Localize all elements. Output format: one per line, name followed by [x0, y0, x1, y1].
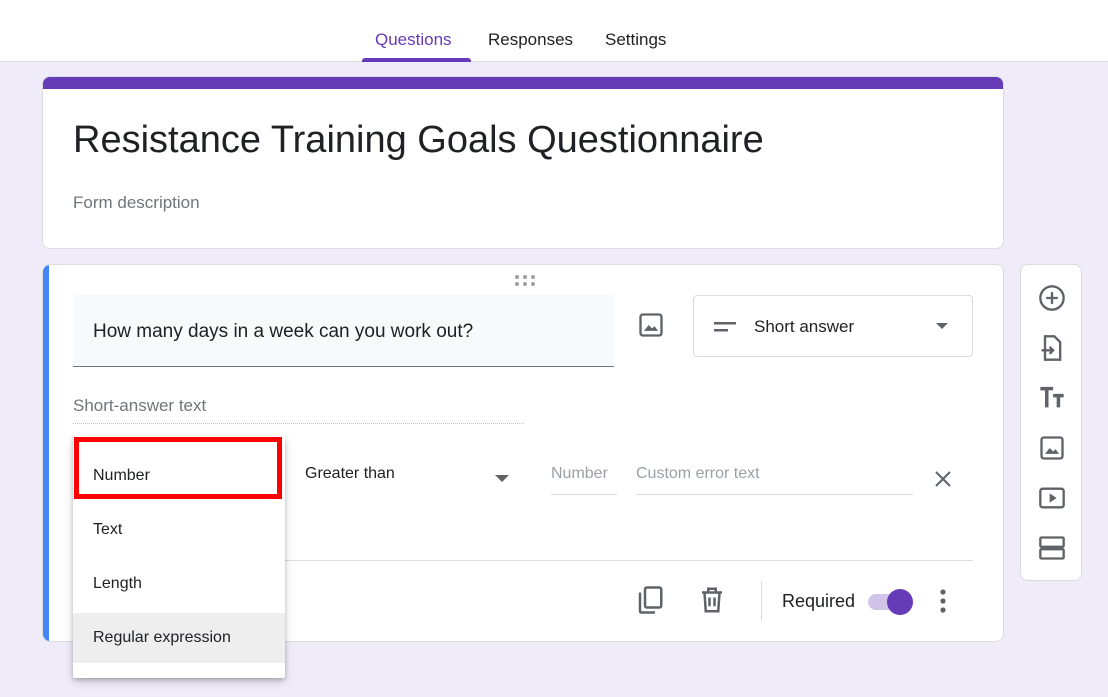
import-questions-icon[interactable] [1038, 334, 1066, 362]
divider [761, 581, 762, 621]
short-answer-icon [714, 322, 736, 332]
validation-type-menu: Number Text Length Regular expression [73, 436, 285, 678]
form-header-card: Resistance Training Goals Questionnaire … [42, 76, 1004, 249]
drag-handle-icon[interactable] [514, 274, 536, 288]
validation-number-input[interactable]: Number [551, 465, 617, 495]
top-bar: Questions Responses Settings [0, 0, 1108, 62]
add-image-icon[interactable] [1038, 434, 1066, 462]
chevron-down-icon [936, 323, 948, 329]
tab-responses[interactable]: Responses [488, 30, 573, 50]
add-title-icon[interactable] [1038, 384, 1066, 412]
header-accent-bar [43, 77, 1003, 89]
required-label: Required [782, 591, 856, 611]
question-type-select[interactable]: Short answer [693, 295, 973, 357]
menu-item-number[interactable]: Number [73, 451, 285, 501]
add-question-icon[interactable] [1038, 284, 1066, 312]
floating-toolbar [1020, 264, 1082, 581]
question-title-field[interactable]: How many days in a week can you work out… [73, 295, 614, 367]
form-description-field[interactable]: Form description [73, 193, 200, 213]
active-question-indicator [43, 265, 49, 641]
menu-item-length[interactable]: Length [73, 559, 285, 609]
duplicate-icon[interactable] [635, 585, 665, 615]
custom-error-input[interactable]: Custom error text [636, 465, 913, 495]
add-image-icon[interactable] [637, 311, 665, 339]
active-tab-indicator [362, 58, 471, 62]
close-icon[interactable] [933, 469, 953, 489]
add-section-icon[interactable] [1038, 534, 1066, 562]
question-title-text: How many days in a week can you work out… [93, 321, 474, 342]
menu-item-text[interactable]: Text [73, 505, 285, 555]
question-type-label: Short answer [754, 317, 855, 336]
chevron-down-icon[interactable] [495, 475, 509, 482]
menu-item-regular-expression[interactable]: Regular expression [73, 613, 285, 663]
more-options-icon[interactable] [933, 587, 953, 615]
add-video-icon[interactable] [1038, 484, 1066, 512]
tab-questions[interactable]: Questions [375, 30, 452, 50]
delete-icon[interactable] [697, 585, 727, 615]
form-title[interactable]: Resistance Training Goals Questionnaire [73, 119, 764, 162]
tab-settings[interactable]: Settings [605, 30, 666, 50]
validation-condition-select[interactable]: Greater than [305, 465, 395, 483]
short-answer-preview: Short-answer text [73, 396, 524, 424]
required-toggle[interactable] [887, 589, 913, 615]
